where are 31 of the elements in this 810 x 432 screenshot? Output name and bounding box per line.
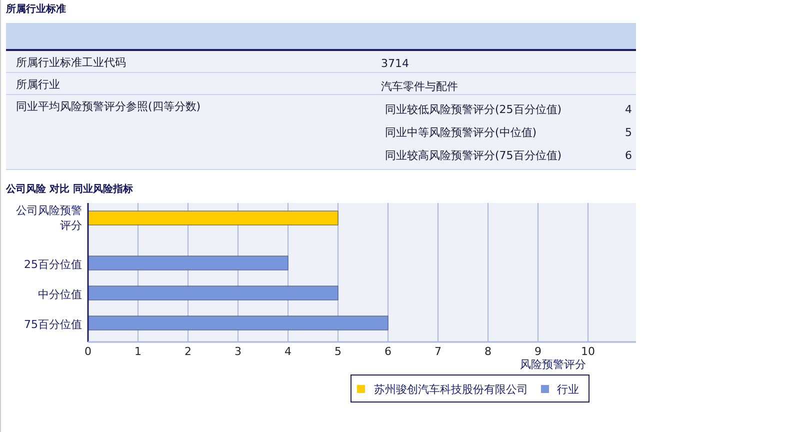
axis-tick-label: 3 xyxy=(234,345,242,358)
section-title: 所属行业标准 xyxy=(5,2,67,17)
axis-category-label: 公司风险预警评分 xyxy=(16,204,82,232)
legend-label: 苏州骏创汽车科技股份有限公司 xyxy=(374,383,528,396)
table-cell-text: 同业较低风险预警评分(25百分位值) xyxy=(384,102,563,117)
axis-title: 风险预警评分 xyxy=(520,358,586,371)
axis-category-label: 25百分位值 xyxy=(24,258,82,271)
axis-tick-label: 5 xyxy=(334,345,342,358)
table-cell-text: 3714 xyxy=(380,56,409,72)
axis-tick-label: 7 xyxy=(434,345,442,358)
table-cell: 5 xyxy=(625,126,632,139)
axis-tick-label: 2 xyxy=(184,345,192,358)
table-cell: 4 xyxy=(625,103,632,116)
axis-tick-label: 10 xyxy=(581,345,595,358)
chart-title: 公司风险 对比 同业风险指标 xyxy=(4,182,134,196)
table-cell-text: 同业中等风险预警评分(中位值) xyxy=(384,125,538,140)
table-cell: 6 xyxy=(625,149,632,162)
axis-tick-label: 0 xyxy=(84,345,92,358)
axis-category-label: 75百分位值 xyxy=(24,318,82,331)
table-cell-text: 所属行业 xyxy=(15,77,61,93)
axis-tick-label: 4 xyxy=(284,345,292,358)
axis-tick-label: 8 xyxy=(484,345,492,358)
table-cell-text: 同业平均风险预警评分参照(四等分数) xyxy=(15,99,202,115)
table-cell-text: 汽车零件与配件 xyxy=(380,79,458,94)
legend-label: 行业 xyxy=(557,383,579,396)
table-cell-text: 所属行业标准工业代码 xyxy=(15,55,127,71)
axis-category-label: 中分位值 xyxy=(38,288,82,301)
axis-tick-label: 6 xyxy=(384,345,392,358)
table-cell-text: 同业较高风险预警评分(75百分位值) xyxy=(384,148,563,163)
axis-tick-label: 1 xyxy=(134,345,142,358)
axis-tick-label: 9 xyxy=(534,345,542,358)
